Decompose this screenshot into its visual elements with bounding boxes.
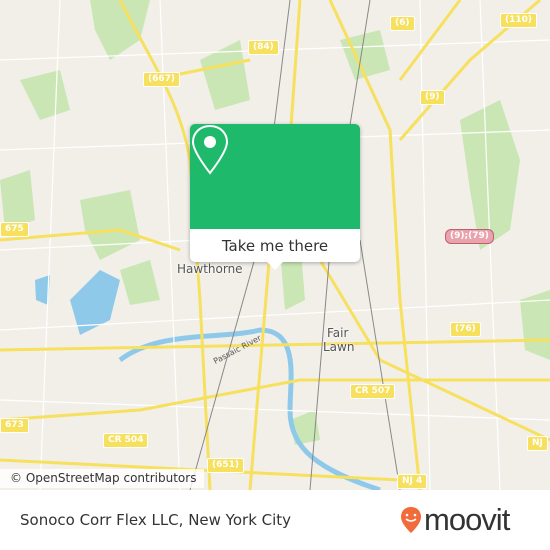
- road-shield: NJ 4: [397, 474, 428, 489]
- popup-header: [190, 124, 360, 229]
- road-shield: NJ: [527, 436, 548, 451]
- place-label-lawn: Lawn: [323, 340, 355, 354]
- road-shield: (110): [500, 13, 538, 28]
- road-shield: (651): [207, 458, 245, 473]
- road-shield: (6): [390, 16, 415, 31]
- popup-pointer: [267, 262, 283, 270]
- logo-text: moovit: [424, 502, 510, 537]
- road-shield: (667): [143, 72, 181, 87]
- moovit-pin-icon: [401, 507, 421, 533]
- place-label-fair: Fair: [327, 326, 349, 340]
- road-shield: (9): [420, 90, 445, 105]
- location-title: Sonoco Corr Flex LLC, New York City: [20, 511, 292, 529]
- location-popup: Take me there: [190, 124, 360, 270]
- road-shield: 673: [0, 418, 29, 433]
- road-shield: CR 504: [103, 433, 149, 448]
- road-shield: (76): [450, 322, 481, 337]
- footer: Sonoco Corr Flex LLC, New York City moov…: [0, 490, 550, 550]
- passaic-river: [118, 327, 381, 490]
- map[interactable]: (84) (667) (6) (110) (9) 675 (9);(79) (7…: [0, 0, 550, 490]
- take-me-there-button[interactable]: Take me there: [190, 229, 360, 262]
- road-shield: 675: [0, 222, 29, 237]
- road-shield: (84): [248, 40, 279, 55]
- map-pin-icon: [191, 124, 229, 175]
- road-shield: (9);(79): [445, 229, 494, 244]
- moovit-logo[interactable]: moovit: [400, 502, 510, 538]
- place-label-hawthorne: Hawthorne: [177, 262, 243, 276]
- road-shield: CR 507: [350, 384, 396, 399]
- map-attribution[interactable]: © OpenStreetMap contributors: [0, 469, 205, 488]
